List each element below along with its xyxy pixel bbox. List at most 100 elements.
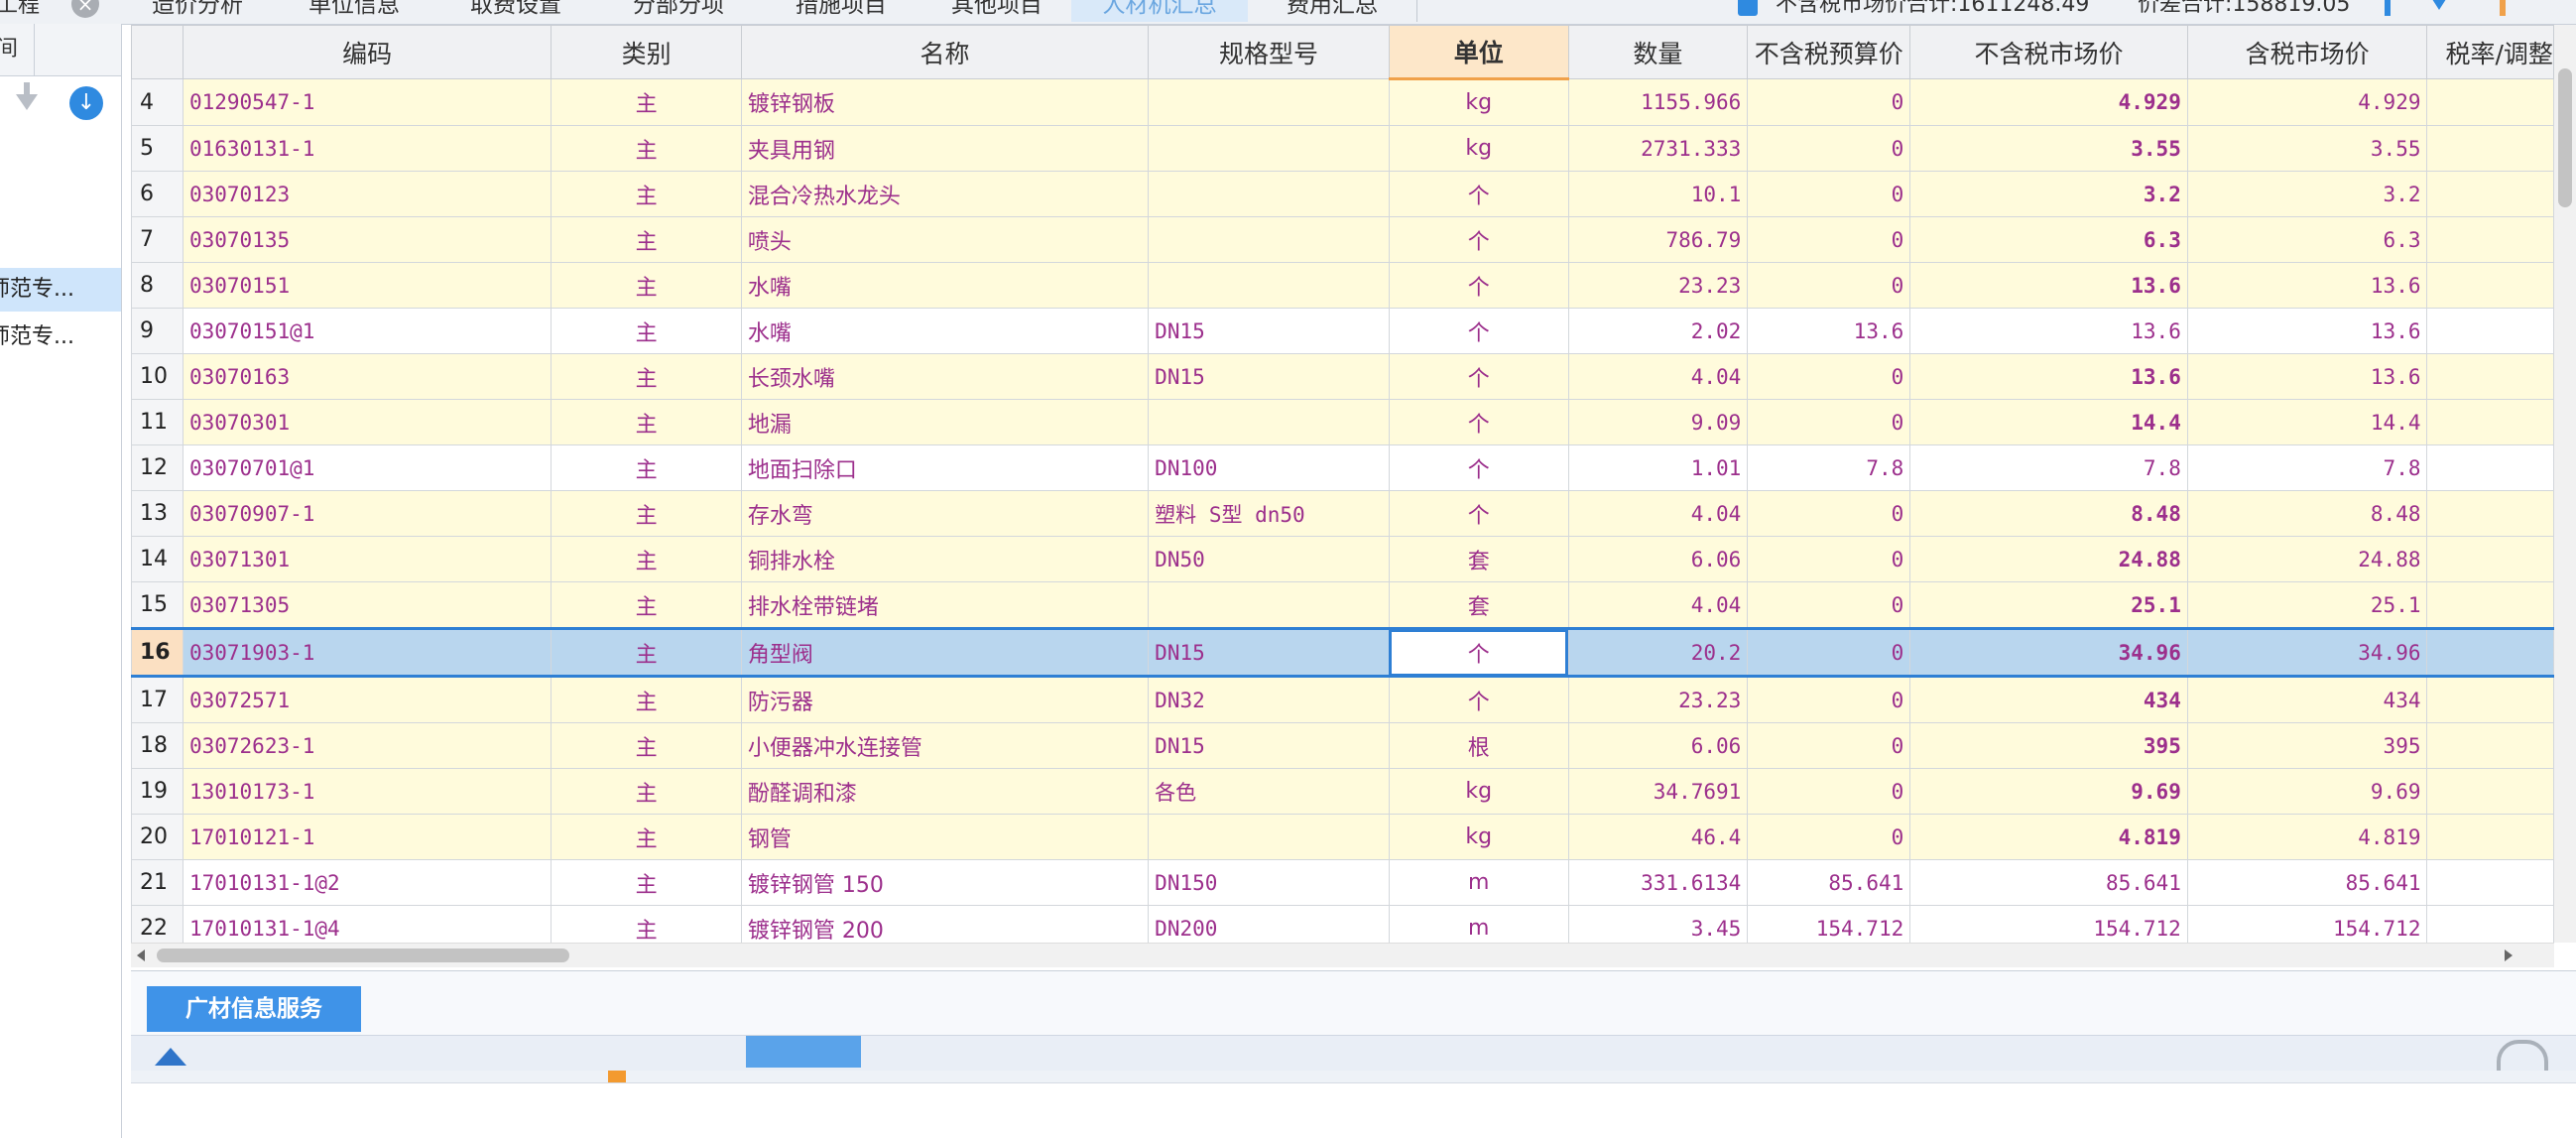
cell-tax-rate[interactable] — [2426, 171, 2554, 217]
cell-spec[interactable]: DN150 — [1148, 859, 1390, 906]
cell-budget-price[interactable]: 0 — [1747, 768, 1911, 815]
cell-tax-rate[interactable] — [2426, 536, 2554, 582]
project-tab[interactable]: 工工程 × — [0, 0, 115, 22]
cell-budget-price[interactable]: 154.712 — [1747, 905, 1911, 943]
cell-tax-rate[interactable] — [2426, 814, 2554, 860]
scroll-left-icon[interactable] — [137, 949, 145, 961]
refresh-icon[interactable] — [2497, 1040, 2548, 1072]
cell-category[interactable]: 主 — [551, 308, 742, 354]
tab-6[interactable]: 其他项目 — [922, 0, 1072, 22]
cell-unit[interactable]: 个 — [1388, 308, 1569, 354]
cell-market-price-tax[interactable]: 85.641 — [2186, 859, 2428, 906]
cell-spec[interactable] — [1148, 125, 1390, 172]
cell-category[interactable]: 主 — [551, 768, 742, 815]
cell-tax-rate[interactable] — [2426, 78, 2554, 126]
cell-quantity[interactable]: 1.01 — [1567, 444, 1749, 491]
cell-market-price-tax[interactable]: 154.712 — [2186, 905, 2428, 943]
cell-budget-price[interactable]: 85.641 — [1747, 859, 1911, 906]
cell-name[interactable]: 铜排水栓 — [740, 536, 1150, 582]
cell-code[interactable]: 17010131-1@4 — [182, 905, 552, 943]
cell-market-price[interactable]: 434 — [1909, 676, 2188, 723]
cell-budget-price[interactable]: 13.6 — [1747, 308, 1911, 354]
cell-unit[interactable]: m — [1388, 859, 1569, 906]
cell-budget-price[interactable]: 0 — [1747, 676, 1911, 723]
table-row[interactable]: 19 13010173-1 主酚醛调和漆 各色 kg 34.7691 0 9.69 9.69 — [131, 768, 2554, 815]
cell-quantity[interactable]: 34.7691 — [1567, 768, 1749, 815]
cell-spec[interactable]: DN15 — [1148, 627, 1390, 678]
table-row[interactable]: 12 03070701@1 主地面扫除口 DN100 个 1.01 7.8 7.8 7.8 — [131, 444, 2554, 491]
move-down-icon[interactable] — [16, 94, 38, 110]
cell-code[interactable]: 03070135 — [182, 216, 552, 263]
vertical-scrollbar[interactable] — [2554, 25, 2576, 943]
cell-name[interactable]: 酚醛调和漆 — [740, 768, 1150, 815]
cell-name[interactable]: 地面扫除口 — [740, 444, 1150, 491]
cell-code[interactable]: 03070301 — [182, 399, 552, 445]
cell-unit[interactable]: 个 — [1388, 444, 1569, 491]
cell-market-price-tax[interactable]: 13.6 — [2186, 353, 2428, 400]
cell-name[interactable]: 角型阀 — [740, 627, 1150, 678]
tab-4[interactable]: 分部分项 — [597, 0, 761, 22]
col-header-quantity[interactable]: 数量 — [1567, 25, 1749, 79]
cell-market-price-tax[interactable]: 9.69 — [2186, 768, 2428, 815]
cell-unit[interactable]: kg — [1388, 768, 1569, 815]
cell-code[interactable]: 03071301 — [182, 536, 552, 582]
cell-tax-rate[interactable] — [2426, 308, 2554, 354]
cell-name[interactable]: 防污器 — [740, 676, 1150, 723]
cell-tax-rate[interactable] — [2426, 768, 2554, 815]
cell-market-price[interactable]: 8.48 — [1909, 490, 2188, 537]
cell-quantity[interactable]: 20.2 — [1567, 627, 1749, 678]
cell-category[interactable]: 主 — [551, 676, 742, 723]
cell-market-price-tax[interactable]: 6.3 — [2186, 216, 2428, 263]
settings-icon[interactable] — [2500, 0, 2506, 16]
cell-unit[interactable]: 套 — [1388, 581, 1569, 629]
cell-spec[interactable]: 各色 — [1148, 768, 1390, 815]
cell-market-price[interactable]: 34.96 — [1909, 627, 2188, 678]
cell-spec[interactable] — [1148, 78, 1390, 126]
scroll-right-icon[interactable] — [2505, 949, 2513, 961]
download-icon[interactable]: ↓ — [69, 86, 103, 120]
cell-market-price-tax[interactable]: 13.6 — [2186, 262, 2428, 309]
cell-quantity[interactable]: 23.23 — [1567, 676, 1749, 723]
cell-spec[interactable] — [1148, 581, 1390, 629]
tab-8[interactable]: 费用汇总 — [1248, 0, 1417, 22]
cell-tax-rate[interactable] — [2426, 859, 2554, 906]
cell-budget-price[interactable]: 0 — [1747, 125, 1911, 172]
cell-spec[interactable]: DN32 — [1148, 676, 1390, 723]
cell-market-price-tax[interactable]: 34.96 — [2186, 627, 2428, 678]
cell-market-price[interactable]: 3.55 — [1909, 125, 2188, 172]
col-header-market-price[interactable]: 不含税市场价 — [1909, 25, 2188, 79]
cell-name[interactable]: 镀锌钢管 150 — [740, 859, 1150, 906]
cell-market-price-tax[interactable]: 434 — [2186, 676, 2428, 723]
cell-market-price[interactable]: 154.712 — [1909, 905, 2188, 943]
cell-market-price-tax[interactable]: 3.55 — [2186, 125, 2428, 172]
cell-unit[interactable]: 根 — [1388, 722, 1569, 769]
cell-tax-rate[interactable] — [2426, 125, 2554, 172]
cell-market-price[interactable]: 9.69 — [1909, 768, 2188, 815]
tab-5[interactable]: 措施项目 — [760, 0, 923, 22]
cell-category[interactable]: 主 — [551, 353, 742, 400]
cell-market-price[interactable]: 7.8 — [1909, 444, 2188, 491]
table-row[interactable]: 17 03072571 主防污器 DN32 个 23.23 0 434 434 — [131, 676, 2554, 723]
cell-market-price[interactable]: 4.819 — [1909, 814, 2188, 860]
cell-market-price[interactable]: 25.1 — [1909, 581, 2188, 629]
tab-2[interactable]: 单位信息 — [274, 0, 435, 22]
cell-quantity[interactable]: 10.1 — [1567, 171, 1749, 217]
cell-market-price-tax[interactable]: 24.88 — [2186, 536, 2428, 582]
table-row[interactable]: 10 03070163 主长颈水嘴 DN15 个 4.04 0 13.6 13.6 — [131, 353, 2554, 400]
cell-code[interactable]: 01630131-1 — [182, 125, 552, 172]
cell-category[interactable]: 主 — [551, 722, 742, 769]
cell-market-price-tax[interactable]: 14.4 — [2186, 399, 2428, 445]
cell-market-price-tax[interactable]: 7.8 — [2186, 444, 2428, 491]
cell-budget-price[interactable]: 0 — [1747, 262, 1911, 309]
cell-quantity[interactable]: 2.02 — [1567, 308, 1749, 354]
cell-category[interactable]: 主 — [551, 905, 742, 943]
cell-unit[interactable]: m — [1388, 905, 1569, 943]
cell-name[interactable]: 夹具用钢 — [740, 125, 1150, 172]
col-header-budget-price[interactable]: 不含税预算价 — [1747, 25, 1911, 79]
cell-budget-price[interactable]: 0 — [1747, 581, 1911, 629]
cell-quantity[interactable]: 6.06 — [1567, 722, 1749, 769]
cell-quantity[interactable]: 6.06 — [1567, 536, 1749, 582]
table-row[interactable]: 18 03072623-1 主小便器冲水连接管 DN15 根 6.06 0 395 395 — [131, 722, 2554, 769]
cell-budget-price[interactable]: 0 — [1747, 353, 1911, 400]
table-row[interactable]: 11 03070301 主地漏个 9.09 0 14.4 14.4 — [131, 399, 2554, 445]
